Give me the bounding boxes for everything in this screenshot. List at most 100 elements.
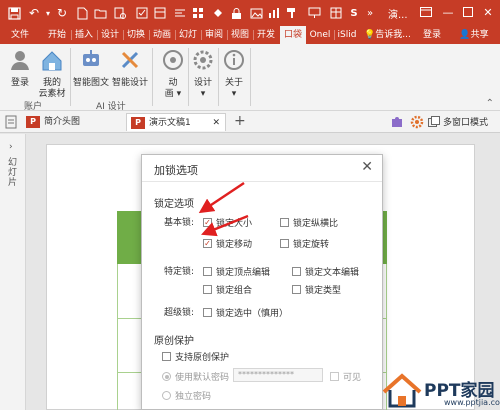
ribbon-display-icon[interactable] (418, 4, 434, 20)
tab-transitions[interactable]: 切换 (124, 26, 148, 44)
format-painter-icon[interactable] (284, 5, 300, 21)
maximize-icon[interactable] (460, 4, 476, 20)
default-password-field[interactable]: ************** (233, 368, 323, 382)
visible-checkbox[interactable]: 可见 (330, 370, 361, 383)
info-icon (224, 50, 244, 70)
chart-icon[interactable] (266, 5, 282, 21)
lock-rotate-label: 锁定旋转 (293, 240, 330, 250)
tab-file[interactable]: 文件 (6, 26, 34, 44)
doc-tab-presentation1[interactable]: P 演示文稿1 ✕ (126, 113, 226, 131)
tab-design[interactable]: 设计 (98, 26, 122, 44)
picture-icon[interactable] (248, 5, 264, 21)
design-dropdown-icon: ▾ (200, 89, 206, 99)
slides-panel-collapsed[interactable]: › 幻灯片 (0, 134, 26, 410)
settings-gear-icon[interactable] (410, 115, 424, 132)
my-material-label-1: 我的 (42, 78, 61, 88)
align-icon[interactable] (172, 5, 188, 21)
doc-tab-intro[interactable]: P 简介头图 (22, 113, 118, 131)
title-bar: ↶ ▾ ↻ S » 演... — ✕ (0, 0, 500, 26)
watermark-url: www.pptjia.com (444, 398, 500, 407)
lock-vertex-checkbox[interactable]: 锁定顶点编辑 (203, 265, 270, 278)
original-protection-title: 原创保护 (154, 336, 194, 347)
use-default-password-radio[interactable]: 使用默认密码 (162, 370, 229, 383)
design-button[interactable]: 设计 ▾ (190, 48, 216, 100)
tab-insert[interactable]: 插入 (72, 26, 96, 44)
present-icon[interactable] (306, 5, 322, 21)
smart-graphic-button[interactable]: 智能图文 (72, 48, 110, 89)
multiwindow-button[interactable]: 多窗口模式 (428, 115, 488, 128)
doc-tab-presentation1-label: 演示文稿1 (149, 118, 191, 128)
close-window-icon[interactable]: ✕ (480, 4, 496, 20)
lock-group-checkbox[interactable]: 锁定组合 (203, 283, 252, 296)
layout-icon[interactable] (152, 5, 168, 21)
lock-move-checkbox[interactable]: ✓ 锁定移动 (203, 237, 252, 250)
my-material-button[interactable]: 我的 云素材 (36, 48, 68, 100)
tab-animations[interactable]: 动画 (150, 26, 174, 44)
checkbox-icon (280, 218, 289, 227)
tab-home[interactable]: 开始 (44, 26, 70, 44)
checkbox-icon (292, 267, 301, 276)
animation-label-2: 画 ▾ (164, 89, 182, 99)
share-button[interactable]: 👤共享 (452, 26, 496, 44)
lock-type-checkbox[interactable]: 锁定类型 (292, 283, 341, 296)
lock-text-checkbox[interactable]: 锁定文本编辑 (292, 265, 359, 278)
lock-rotate-checkbox[interactable]: 锁定旋转 (280, 237, 329, 250)
more-icon[interactable]: » (362, 5, 378, 21)
lock-icon[interactable] (228, 5, 244, 21)
share-person-icon: 👤 (459, 30, 471, 40)
tab-onekey[interactable]: Onel (307, 26, 333, 44)
tab-view[interactable]: 视图 (228, 26, 252, 44)
lock-select-checkbox[interactable]: 锁定选中（慎用） (203, 306, 288, 319)
collapse-ribbon-icon[interactable]: ⌃ (486, 98, 494, 109)
lock-vertex-label: 锁定顶点编辑 (216, 268, 271, 278)
add-tab-icon[interactable]: + (234, 113, 246, 129)
expand-panel-icon[interactable]: › (9, 142, 13, 152)
table-icon[interactable] (328, 5, 344, 21)
about-button[interactable]: 关于 ▾ (220, 48, 248, 100)
user-initial: S (350, 7, 358, 19)
checkbox-icon (330, 372, 339, 381)
lock-size-checkbox[interactable]: ✓ 锁定大小 (203, 216, 252, 229)
paint-bucket-icon[interactable] (210, 5, 226, 21)
animation-button[interactable]: 动 画 ▾ (158, 48, 188, 100)
tab-review[interactable]: 审阅 (202, 26, 226, 44)
separate-password-radio[interactable]: 独立密码 (162, 389, 211, 402)
folder-icon[interactable] (92, 5, 108, 21)
grid-icon[interactable] (190, 5, 206, 21)
slides-panel-label: 幻灯片 (8, 158, 18, 188)
about-dropdown-icon: ▾ (231, 89, 237, 99)
lock-select-label: 锁定选中（慎用） (216, 309, 289, 319)
lock-ratio-checkbox[interactable]: 锁定纵横比 (280, 216, 338, 229)
support-original-checkbox[interactable]: 支持原创保护 (162, 350, 229, 363)
design-tools-icon (121, 51, 139, 69)
gear-icon (193, 50, 213, 70)
tell-me-search[interactable]: 💡告诉我... (364, 26, 416, 44)
tab-slideshow[interactable]: 幻灯 (176, 26, 200, 44)
tab-pocket[interactable]: 口袋 (280, 26, 306, 44)
separate-password-label: 独立密码 (175, 392, 212, 402)
save-icon[interactable] (6, 5, 22, 21)
redo-icon[interactable]: ↻ (54, 5, 70, 21)
smart-design-button[interactable]: 智能设计 (110, 48, 150, 89)
tab-developer[interactable]: 开发 (254, 26, 278, 44)
user-icon (11, 51, 29, 70)
radio-icon (162, 391, 171, 400)
checkbox-icon[interactable] (134, 5, 150, 21)
minimize-icon[interactable]: — (440, 4, 456, 20)
lock-options-dialog: 加锁选项 ✕ 锁定选项 基本锁: ✓ 锁定大小 锁定纵横比 ✓ 锁定移动 锁定旋… (141, 154, 383, 410)
new-file-icon[interactable] (74, 5, 90, 21)
tab-islide[interactable]: iSlid (335, 26, 359, 44)
print-preview-icon[interactable] (112, 5, 128, 21)
close-icon[interactable]: ✕ (361, 159, 373, 175)
puzzle-icon[interactable] (390, 115, 404, 132)
close-tab-icon[interactable]: ✕ (212, 114, 220, 132)
special-lock-label: 特定锁: (164, 267, 195, 277)
dialog-title: 加锁选项 (154, 164, 198, 177)
checkbox-icon (280, 239, 289, 248)
document-tabs: P 简介头图 P 演示文稿1 ✕ + 多窗口模式 (0, 111, 500, 133)
login-button[interactable]: 登录 (6, 48, 34, 89)
document-icon[interactable] (4, 115, 18, 129)
lock-section-title: 锁定选项 (154, 199, 194, 210)
ribbon-tabs: 文件 开始 插入 设计 切换 动画 幻灯 审阅 视图 开发 口袋 Onel iS… (0, 26, 500, 44)
sign-in-link[interactable]: 登录 (420, 26, 444, 44)
